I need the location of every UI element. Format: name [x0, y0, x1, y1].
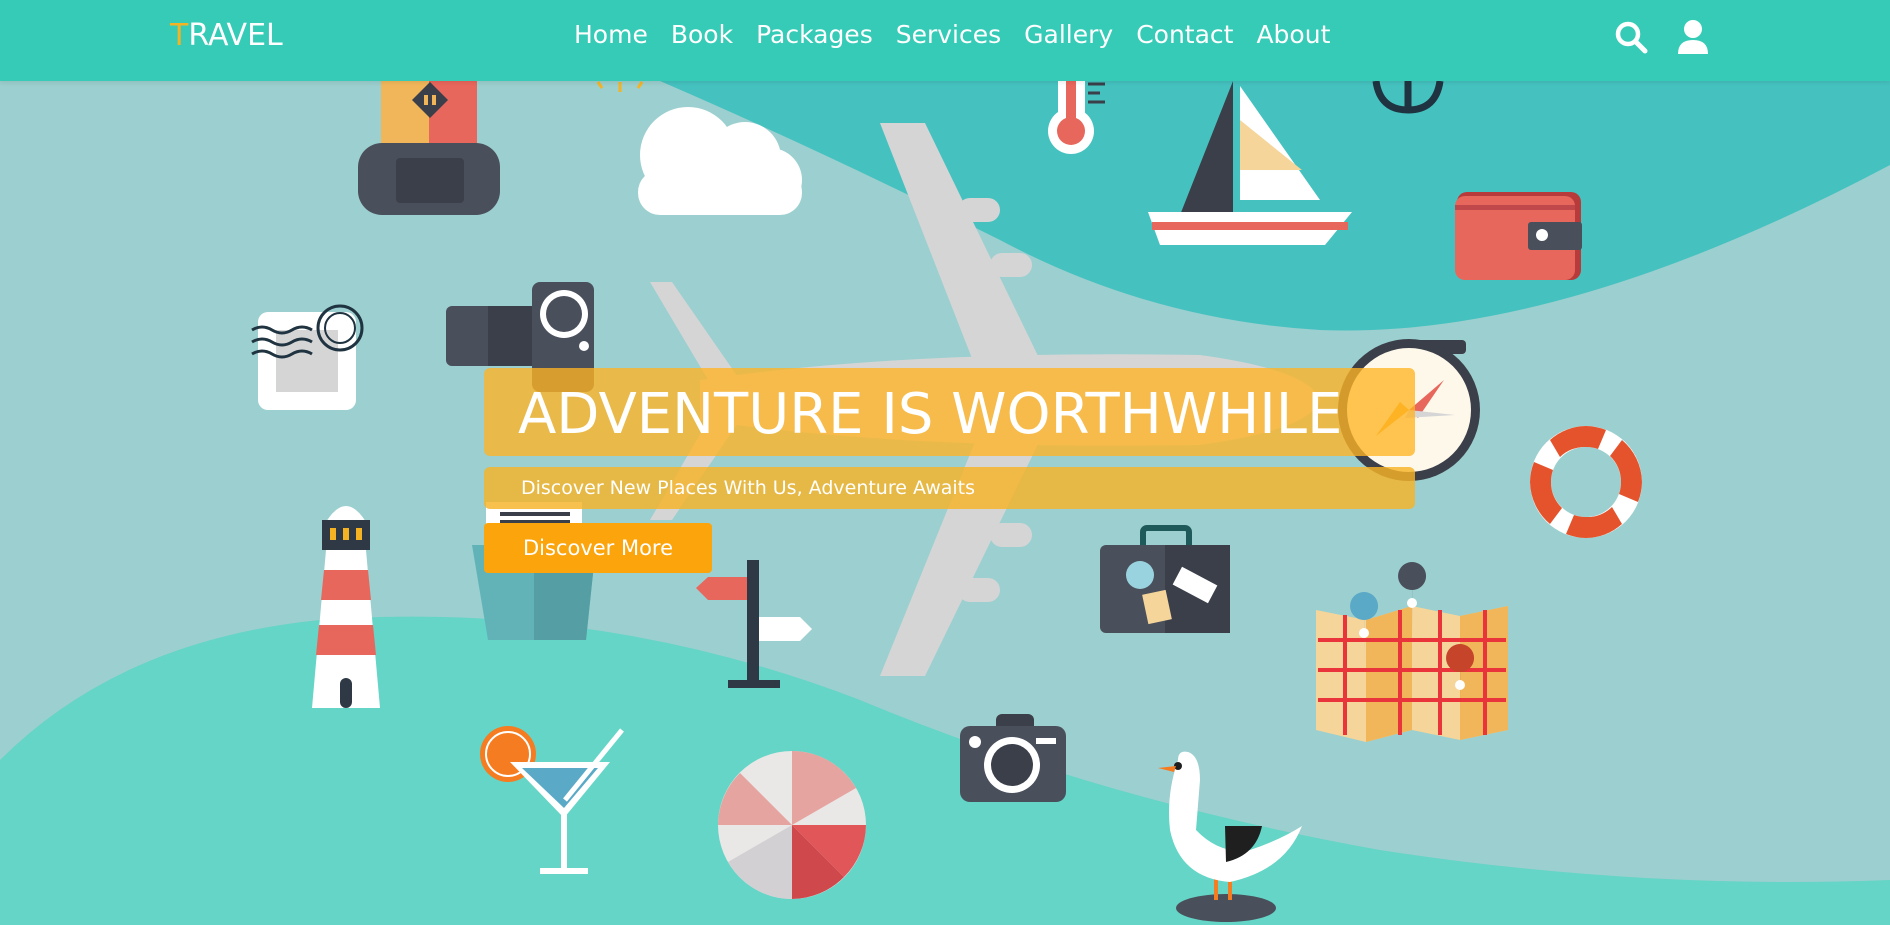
life-ring-illustration: [1530, 426, 1642, 538]
wallet-illustration: [1455, 192, 1582, 280]
hero-subtitle: Discover New Places With Us, Adventure A…: [521, 477, 976, 499]
logo-first-letter: T: [170, 18, 189, 53]
nav-link-contact[interactable]: Contact: [1136, 20, 1233, 49]
hero-background-illustration: [0, 0, 1890, 925]
nav-links: Home Book Packages Services Gallery Cont…: [574, 20, 1353, 49]
search-icon[interactable]: [1614, 18, 1648, 56]
brand-logo[interactable]: TRAVEL: [170, 18, 283, 53]
hero-title-banner: ADVENTURE IS WORTHWHILE: [484, 368, 1415, 456]
lighthouse-illustration: [312, 506, 380, 708]
nav-icons: [1614, 18, 1710, 56]
nav-link-home[interactable]: Home: [574, 20, 648, 49]
photo-camera-illustration: [960, 714, 1066, 802]
top-navbar: TRAVEL Home Book Packages Services Galle…: [0, 0, 1890, 81]
discover-more-button[interactable]: Discover More: [484, 523, 712, 573]
beach-ball-illustration: [718, 751, 866, 899]
nav-link-gallery[interactable]: Gallery: [1024, 20, 1113, 49]
hero-subtitle-banner: Discover New Places With Us, Adventure A…: [484, 467, 1415, 509]
logo-text: RAVEL: [188, 18, 283, 53]
postage-stamp-illustration: [251, 304, 364, 410]
hero-title: ADVENTURE IS WORTHWHILE: [518, 382, 1343, 447]
nav-link-about[interactable]: About: [1256, 20, 1330, 49]
user-icon[interactable]: [1676, 18, 1710, 56]
nav-link-packages[interactable]: Packages: [756, 20, 873, 49]
nav-link-book[interactable]: Book: [671, 20, 733, 49]
nav-link-services[interactable]: Services: [896, 20, 1001, 49]
